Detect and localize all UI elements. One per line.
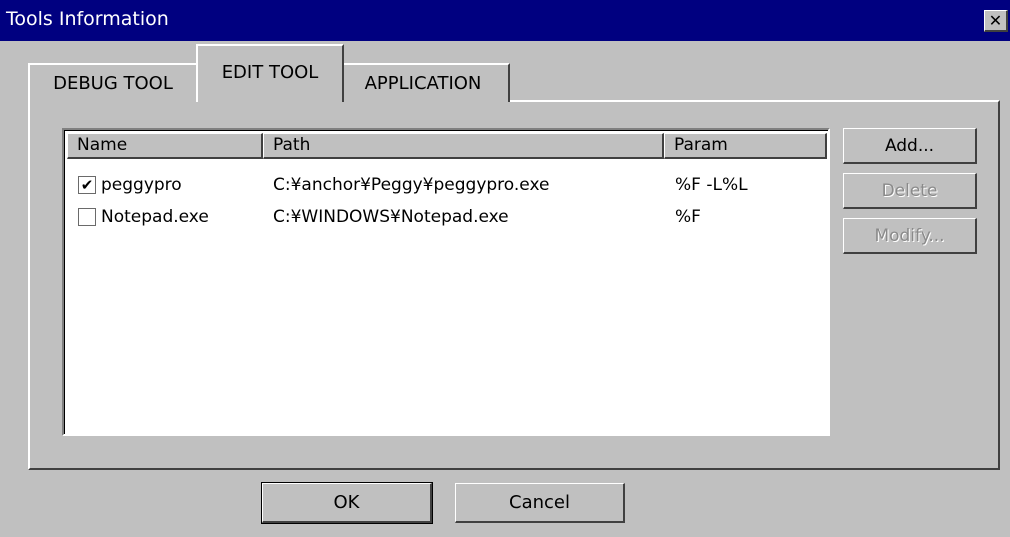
column-header-param[interactable]: Param (664, 133, 827, 159)
ok-button-label: OK (333, 492, 360, 513)
modify-button[interactable]: Modify... (843, 218, 977, 254)
add-button[interactable]: Add... (843, 128, 977, 164)
check-icon: ✔ (80, 175, 94, 194)
ok-button[interactable]: OK (261, 482, 433, 524)
delete-button-label: Delete (881, 180, 938, 201)
modify-button-label: Modify... (874, 225, 945, 246)
tab-label: EDIT TOOL (221, 62, 319, 83)
add-button-label: Add... (884, 135, 935, 156)
row-param: %F -L%L (675, 175, 748, 195)
tab-label: APPLICATION (364, 73, 482, 94)
tab-label: DEBUG TOOL (53, 73, 173, 94)
row-path: C:¥WINDOWS¥Notepad.exe (273, 207, 509, 227)
cancel-button[interactable]: Cancel (455, 483, 625, 523)
column-header-label: Param (674, 135, 728, 155)
column-header-label: Path (273, 135, 311, 155)
column-header-path[interactable]: Path (263, 133, 664, 159)
close-button[interactable]: ✕ (984, 10, 1008, 32)
tab-edit-tool[interactable]: EDIT TOOL (196, 44, 344, 102)
row-path: C:¥anchor¥Peggy¥peggypro.exe (273, 175, 550, 195)
tab-debug-tool[interactable]: DEBUG TOOL (28, 63, 198, 102)
row-name: peggypro (101, 175, 182, 195)
window-title: Tools Information (6, 8, 169, 30)
tools-list[interactable]: Name Path Param ✔ peggypro C:¥anchor¥Peg… (62, 128, 830, 436)
tab-application[interactable]: APPLICATION (336, 63, 510, 102)
row-checkbox[interactable]: ✔ (78, 176, 96, 194)
row-name: Notepad.exe (101, 207, 209, 227)
column-header-name[interactable]: Name (67, 133, 263, 159)
row-checkbox[interactable] (78, 208, 96, 226)
column-header-label: Name (77, 135, 128, 155)
delete-button[interactable]: Delete (843, 173, 977, 209)
close-icon: ✕ (988, 10, 1003, 30)
row-param: %F (675, 207, 701, 227)
title-bar: Tools Information ✕ (0, 0, 1010, 41)
cancel-button-label: Cancel (509, 492, 570, 513)
